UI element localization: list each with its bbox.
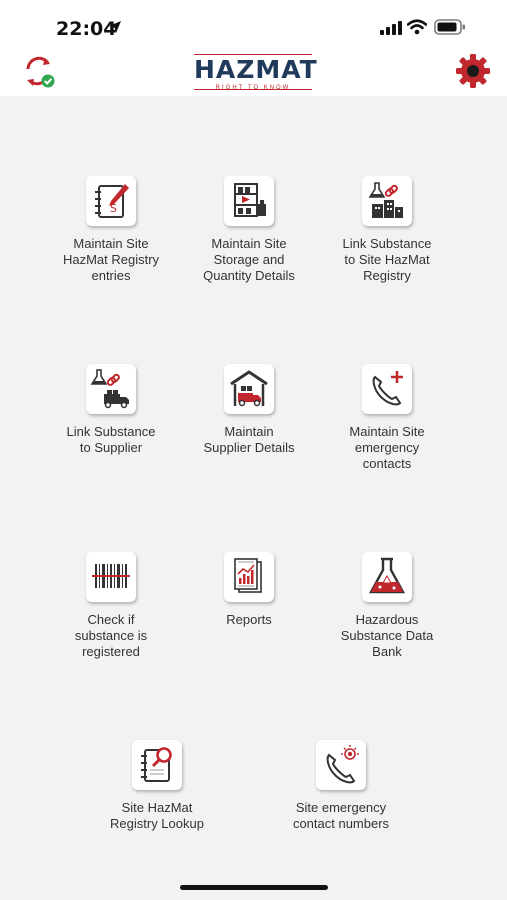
flask-link-truck-icon <box>90 369 129 409</box>
barcode-icon <box>92 564 130 588</box>
tile-link-substance-registry[interactable]: Link Substance to Site HazMat Registry <box>321 176 453 284</box>
tile-hazardous-data-bank[interactable]: Hazardous Substance Data Bank <box>321 552 453 660</box>
logo-tagline: RIGHT TO KNOW <box>215 85 291 91</box>
tile-label: Site emergency contact numbers <box>292 800 390 831</box>
notebook-search-icon <box>141 747 172 782</box>
tile-emergency-numbers[interactable]: Site emergency contact numbers <box>275 740 407 832</box>
tile-registry-lookup[interactable]: Site HazMat Registry Lookup <box>91 740 223 832</box>
tile-reports[interactable]: Reports <box>183 552 315 628</box>
notebook-pencil-icon: S <box>95 184 129 218</box>
tile-label: Hazardous Substance Data Bank <box>340 612 434 659</box>
sync-status-icon[interactable] <box>22 54 58 90</box>
wifi-icon <box>407 19 427 35</box>
tile-label: Site HazMat Registry Lookup <box>110 800 204 831</box>
tile-emergency-contacts[interactable]: Maintain Site emergency contacts <box>321 364 453 472</box>
hazmat-logo: HAZMAT RIGHT TO KNOW <box>194 53 318 91</box>
tile-label: Link Substance to Site HazMat Registry <box>342 236 432 283</box>
tile-link-substance-supplier[interactable]: Link Substance to Supplier <box>45 364 177 456</box>
tile-label: Link Substance to Supplier <box>66 424 156 455</box>
storage-shelf-icon <box>234 183 266 217</box>
hazard-flask-icon <box>368 557 406 594</box>
cellular-signal-icon <box>380 21 402 35</box>
report-chart-icon <box>234 558 262 593</box>
logo-text: HAZMAT <box>194 55 318 84</box>
tile-label: Maintain Site Storage and Quantity Detai… <box>203 236 295 283</box>
battery-icon <box>434 19 465 35</box>
tile-label: Maintain Supplier Details <box>203 424 295 455</box>
phone-alarm-icon <box>326 745 359 784</box>
flask-link-building-icon <box>368 182 403 218</box>
tile-maintain-registry-entries[interactable]: S Maintain Site HazMat Registry entries <box>45 176 177 284</box>
location-arrow-icon <box>109 21 121 33</box>
settings-gear-icon[interactable] <box>454 52 492 90</box>
tile-label: Reports <box>226 612 272 627</box>
home-indicator[interactable] <box>180 885 328 890</box>
tile-storage-quantity[interactable]: Maintain Site Storage and Quantity Detai… <box>183 176 315 284</box>
phone-plus-icon <box>372 371 403 406</box>
tile-supplier-details[interactable]: Maintain Supplier Details <box>183 364 315 456</box>
tile-check-registered[interactable]: Check if substance is registered <box>45 552 177 660</box>
tile-label: Maintain Site emergency contacts <box>349 424 425 471</box>
warehouse-truck-icon <box>230 370 268 407</box>
tile-label: Maintain Site HazMat Registry entries <box>62 236 160 283</box>
tile-label: Check if substance is registered <box>74 612 148 659</box>
